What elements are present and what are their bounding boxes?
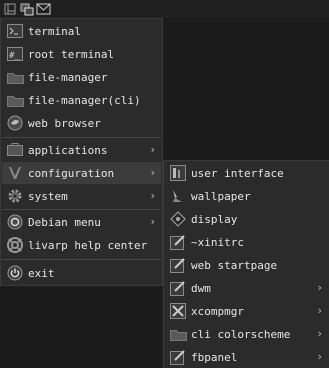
submenu-item-label: fbpanel [191, 350, 238, 364]
submenu-item-label: ~xinitrc [191, 235, 244, 249]
submenu-item-wallpaper[interactable]: wallpaper [165, 185, 328, 207]
submenu-item-display[interactable]: display [165, 208, 328, 230]
submenu-item-dwm[interactable]: dwm › [165, 277, 328, 299]
submenu-item-label: wallpaper [191, 189, 251, 203]
menu-separator [2, 209, 161, 210]
display-icon [167, 208, 189, 230]
applications-icon [4, 139, 26, 161]
menu-item-label: applications [28, 143, 108, 157]
folder-icon [4, 89, 26, 111]
menu-item-label: file-manager(cli) [28, 93, 141, 107]
menu-item-label: terminal [28, 24, 81, 38]
menu-item-label: file-manager [28, 70, 108, 84]
submenu-arrow-icon: › [316, 304, 323, 317]
submenu-arrow-icon: › [149, 189, 156, 202]
menu-item-label: root terminal [28, 47, 115, 61]
configuration-submenu: user interface wallpaper display ~xinitr… [163, 160, 329, 368]
web-browser-icon [4, 112, 26, 134]
text-editor-icon [167, 346, 189, 368]
gear-icon [4, 185, 26, 207]
submenu-arrow-icon: › [149, 143, 156, 156]
windows-icon[interactable] [19, 2, 34, 16]
folder-icon [4, 66, 26, 88]
submenu-item-xcompmgr[interactable]: xcompmgr › [165, 300, 328, 322]
menu-item-file-manager[interactable]: file-manager [2, 66, 161, 88]
menu-item-root-terminal[interactable]: #_ root terminal [2, 43, 161, 65]
top-panel [0, 0, 329, 18]
submenu-item-xinitrc[interactable]: ~xinitrc [165, 231, 328, 253]
debian-icon [4, 211, 26, 233]
submenu-item-label: user interface [191, 166, 284, 180]
configuration-icon [4, 162, 26, 184]
menu-item-help-center[interactable]: livarp help center [2, 234, 161, 256]
menu-item-applications[interactable]: applications › [2, 139, 161, 161]
submenu-item-fbpanel[interactable]: fbpanel › [165, 346, 328, 368]
menu-item-label: configuration [28, 166, 115, 180]
menu-item-label: livarp help center [28, 238, 148, 252]
menu-item-web-browser[interactable]: web browser [2, 112, 161, 134]
submenu-item-label: dwm [191, 281, 211, 295]
menu-item-label: exit [28, 266, 55, 280]
menu-item-configuration[interactable]: configuration › [2, 162, 161, 184]
submenu-item-cli-colorscheme[interactable]: cli colorscheme › [165, 323, 328, 345]
terminal-icon [4, 20, 26, 42]
submenu-arrow-icon: › [149, 166, 156, 179]
submenu-item-web-startpage[interactable]: web startpage [165, 254, 328, 276]
menu-item-exit[interactable]: exit [2, 262, 161, 284]
power-icon [4, 262, 26, 284]
menu-item-label: web browser [28, 116, 101, 130]
menu-separator [2, 137, 161, 138]
submenu-item-label: display [191, 212, 238, 226]
help-icon [4, 234, 26, 256]
submenu-arrow-icon: › [316, 327, 323, 340]
menu-item-system[interactable]: system › [2, 185, 161, 207]
submenu-item-label: web startpage [191, 258, 278, 272]
text-editor-icon [167, 277, 189, 299]
menu-item-debian-menu[interactable]: Debian menu › [2, 211, 161, 233]
svg-text:#_: #_ [9, 51, 20, 61]
submenu-arrow-icon: › [316, 281, 323, 294]
user-interface-icon [167, 162, 189, 184]
menu-item-label: Debian menu [28, 215, 101, 229]
submenu-arrow-icon: › [149, 215, 156, 228]
submenu-item-user-interface[interactable]: user interface [165, 162, 328, 184]
tools-icon [167, 300, 189, 322]
submenu-item-label: xcompmgr [191, 304, 244, 318]
folder-icon [167, 323, 189, 345]
menu-item-terminal[interactable]: terminal [2, 20, 161, 42]
menu-separator [2, 259, 161, 260]
window-layout-icon[interactable] [2, 2, 17, 16]
root-terminal-icon: #_ [4, 43, 26, 65]
root-menu: terminal #_ root terminal file-manager f… [0, 18, 163, 286]
mail-icon[interactable] [36, 2, 51, 16]
menu-item-label: system [28, 189, 68, 203]
text-editor-icon [167, 254, 189, 276]
submenu-item-label: cli colorscheme [191, 327, 291, 341]
wallpaper-icon [167, 185, 189, 207]
menu-item-file-manager-cli[interactable]: file-manager(cli) [2, 89, 161, 111]
text-editor-icon [167, 231, 189, 253]
submenu-arrow-icon: › [316, 350, 323, 363]
